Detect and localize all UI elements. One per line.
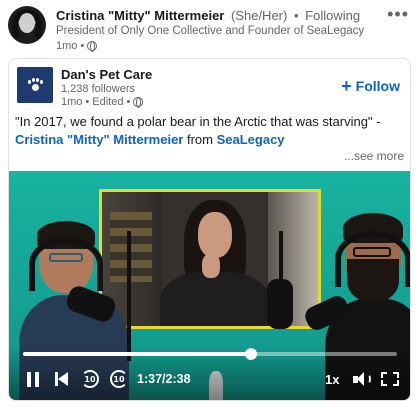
post-text-from: from bbox=[183, 132, 217, 147]
author-avatar[interactable] bbox=[8, 6, 46, 44]
progress-fill bbox=[23, 352, 252, 356]
rewind-icon: 10 bbox=[81, 370, 99, 388]
globe-icon bbox=[133, 97, 144, 108]
paw-icon bbox=[27, 78, 43, 92]
separator-dot: • bbox=[85, 96, 90, 108]
separator-dot: • bbox=[126, 96, 131, 108]
previous-button[interactable] bbox=[53, 367, 69, 391]
playback-speed-button[interactable]: 1x bbox=[325, 367, 339, 391]
post-header: Cristina "Mitty" Mittermeier (She/Her) •… bbox=[8, 4, 411, 52]
connection-status: Following bbox=[305, 8, 361, 23]
follow-button[interactable]: + Follow bbox=[341, 76, 400, 96]
see-more-button[interactable]: ...see more bbox=[344, 149, 404, 163]
globe-icon bbox=[87, 41, 98, 52]
pause-button[interactable] bbox=[25, 367, 41, 391]
post-timestamp: 1mo • bbox=[56, 40, 98, 52]
current-time: 1:37 bbox=[137, 372, 163, 386]
forward-10-button[interactable]: 10 bbox=[108, 367, 130, 391]
forward-icon: 10 bbox=[110, 370, 128, 388]
shared-post-time: 1mo bbox=[61, 96, 83, 108]
post-text: "In 2017, we found a polar bear in the A… bbox=[15, 113, 405, 149]
video-time: 1:37 / 2:38 bbox=[137, 367, 191, 391]
fullscreen-button[interactable] bbox=[381, 367, 399, 391]
mention-org-link[interactable]: SeaLegacy bbox=[217, 132, 285, 147]
volume-button[interactable] bbox=[352, 367, 372, 391]
duration: 2:38 bbox=[165, 372, 191, 386]
follow-label: Follow bbox=[355, 78, 400, 94]
fullscreen-icon bbox=[381, 372, 387, 378]
company-name[interactable]: Dan's Pet Care bbox=[61, 67, 152, 82]
post-time: 1mo bbox=[56, 40, 78, 52]
separator-dot: • bbox=[293, 8, 299, 23]
author-headline: President of Only One Collective and Fou… bbox=[56, 25, 365, 37]
more-options-button[interactable]: ••• bbox=[387, 4, 409, 25]
video-player[interactable]: 10 10 1:37 / 2:38 1x bbox=[9, 171, 410, 400]
author-name[interactable]: Cristina "Mitty" Mittermeier bbox=[56, 8, 224, 23]
post-quote: "In 2017, we found a polar bear in the A… bbox=[15, 114, 381, 129]
shared-post-card: Dan's Pet Care 1,238 followers 1mo • Edi… bbox=[8, 58, 411, 401]
shared-post-meta: 1mo • Edited • bbox=[61, 96, 144, 108]
author-line: Cristina "Mitty" Mittermeier (She/Her) •… bbox=[56, 8, 360, 23]
video-progress-bar[interactable] bbox=[23, 348, 397, 360]
author-pronouns: (She/Her) bbox=[230, 8, 288, 23]
company-followers: 1,238 followers bbox=[61, 83, 135, 95]
separator-dot: • bbox=[80, 40, 85, 52]
plus-icon: + bbox=[341, 76, 352, 96]
edited-label: Edited bbox=[92, 96, 124, 108]
rewind-10-button[interactable]: 10 bbox=[79, 367, 101, 391]
mention-person-link[interactable]: Cristina "Mitty" Mittermeier bbox=[15, 132, 183, 147]
company-logo[interactable] bbox=[17, 67, 53, 103]
